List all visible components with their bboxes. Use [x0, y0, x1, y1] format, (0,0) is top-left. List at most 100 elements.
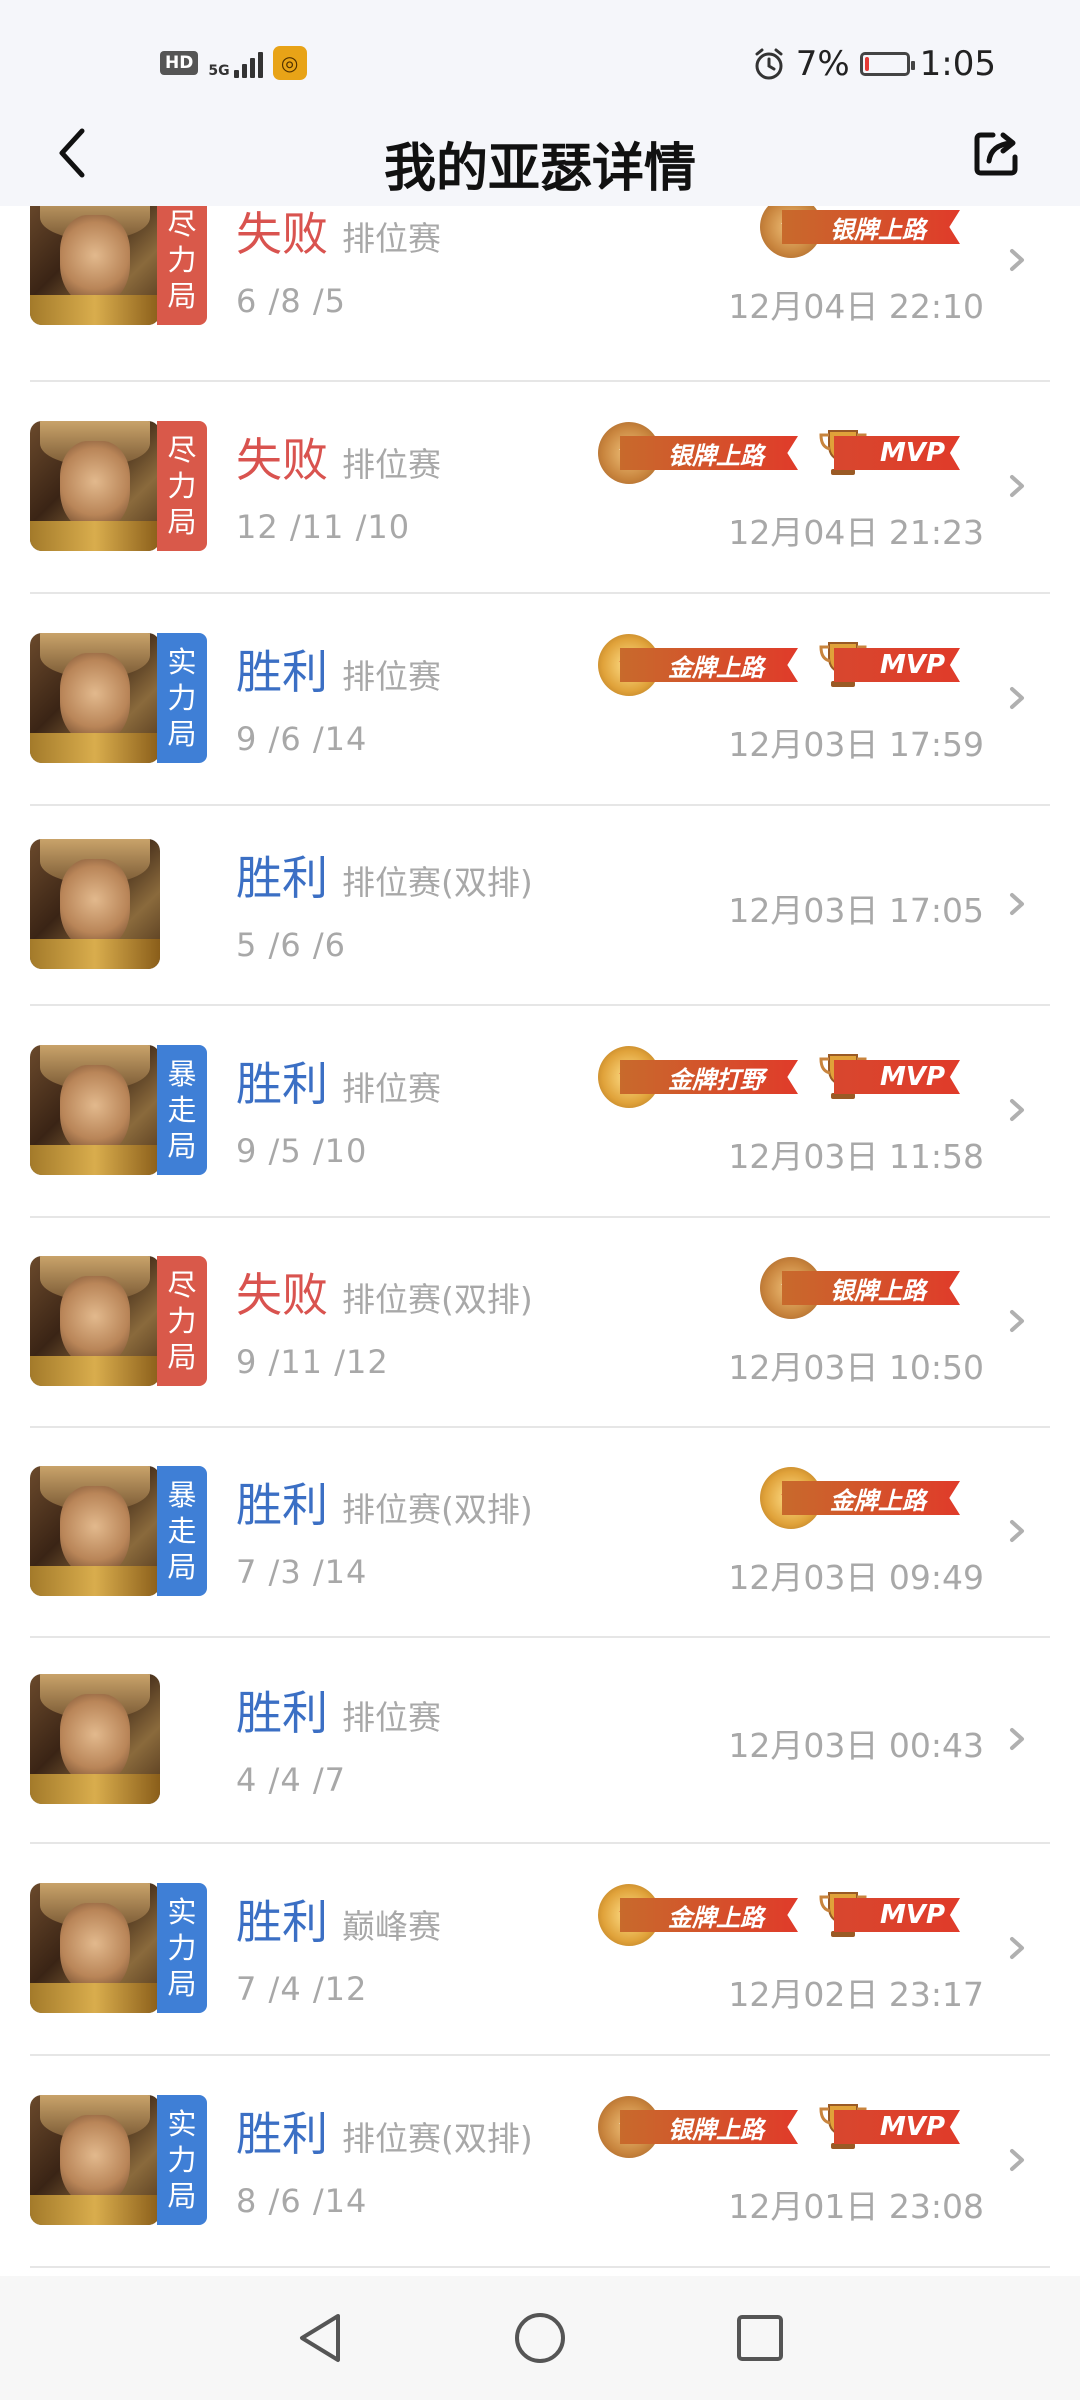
tag-char: 力	[167, 243, 197, 277]
match-row[interactable]: 胜利 排位赛 4 /4 /7 12月03日 00:43	[0, 1638, 1080, 1844]
badge-group: ★银牌上路	[760, 206, 960, 258]
status-left: HD 5G ◎	[160, 46, 307, 80]
nav-back-button[interactable]	[285, 2303, 355, 2373]
match-kda: 12 /11 /10	[236, 508, 411, 546]
tag-char: 走	[167, 1514, 197, 1548]
match-row[interactable]: 暴走局胜利排位赛9 /5 /10★金牌打野★MVP12月03日 11:58	[0, 1006, 1080, 1218]
match-mode: 排位赛(双排)	[342, 1490, 533, 1529]
performance-tag: 实力局	[157, 1883, 207, 2013]
app-notification-icon: ◎	[272, 46, 307, 80]
match-result: 胜利	[236, 1686, 328, 1740]
match-kda: 6 /8 /5	[236, 282, 346, 320]
share-button[interactable]	[962, 118, 1032, 188]
performance-tag: 暴走局	[157, 1466, 207, 1596]
nav-recents-icon	[737, 2315, 783, 2361]
mvp-label: MVP	[880, 438, 946, 468]
medal-label: 金牌上路	[668, 653, 764, 682]
match-mode: 巅峰赛	[342, 1907, 441, 1946]
match-time: 12月04日 21:23	[728, 513, 984, 552]
tag-char: 实	[167, 645, 197, 679]
match-row[interactable]: 实力局胜利排位赛(双排)8 /6 /14★银牌上路★MVP12月01日 23:0…	[0, 2056, 1080, 2268]
match-mode: 排位赛(双排)	[342, 863, 533, 902]
chevron-right-icon	[1010, 1520, 1024, 1542]
medal-badge: ★银牌上路	[598, 422, 798, 484]
mvp-badge: ★MVP	[812, 634, 960, 694]
signal-icon: 5G	[208, 48, 263, 79]
medal-badge: ★银牌上路	[598, 2096, 798, 2158]
page-header: 我的亚瑟详情	[0, 100, 1080, 206]
network-label: 5G	[208, 63, 230, 79]
hero-avatar	[30, 206, 160, 325]
nav-recents-button[interactable]	[725, 2303, 795, 2373]
match-row[interactable]: 实力局胜利排位赛9 /6 /14★金牌上路★MVP12月03日 17:59	[0, 594, 1080, 806]
match-row[interactable]: 实力局胜利巅峰赛7 /4 /12★金牌上路★MVP12月02日 23:17	[0, 1844, 1080, 2056]
match-time: 12月03日 00:43	[728, 1726, 984, 1765]
match-mode: 排位赛(双排)	[342, 2119, 533, 2158]
tag-char: 暴	[167, 1057, 197, 1091]
chevron-right-icon	[1010, 1310, 1024, 1332]
match-row[interactable]: 尽力局失败排位赛 6 /8 /5 ★银牌上路 12月04日 22:10	[0, 206, 1080, 382]
mvp-label: MVP	[880, 2112, 946, 2142]
match-kda: 5 /6 /6	[236, 926, 346, 964]
tag-char: 尽	[167, 1268, 197, 1302]
match-kda: 9 /6 /14	[236, 720, 368, 758]
match-row[interactable]: 尽力局失败排位赛 12 /11 /10 ★银牌上路★MVP 12月04日 21:23	[0, 382, 1080, 594]
tag-char: 局	[167, 1967, 197, 2001]
medal-label: 银牌上路	[668, 2115, 764, 2144]
performance-tag: 实力局	[157, 2095, 207, 2225]
tag-char: 走	[167, 1093, 197, 1127]
match-row[interactable]: 暴走局胜利排位赛(双排)7 /3 /14★金牌上路12月03日 09:49	[0, 1428, 1080, 1638]
match-mode: 排位赛	[342, 445, 441, 484]
page-title: 我的亚瑟详情	[383, 139, 696, 199]
mvp-label: MVP	[880, 650, 946, 680]
badge-group: ★银牌上路★MVP	[598, 422, 960, 484]
badge-group: ★金牌上路	[760, 1467, 960, 1529]
performance-tag: 尽力局	[157, 1256, 207, 1386]
match-result: 胜利	[236, 2107, 328, 2161]
performance-tag: 尽力局	[157, 421, 207, 551]
match-mode: 排位赛	[342, 219, 441, 258]
match-row[interactable]: 尽力局失败排位赛(双排)9 /11 /12★银牌上路12月03日 10:50	[0, 1218, 1080, 1428]
tag-char: 力	[167, 681, 197, 715]
hero-avatar	[30, 1883, 160, 2013]
match-time: 12月04日 22:10	[728, 287, 984, 326]
match-time: 12月01日 23:08	[728, 2187, 984, 2226]
match-result: 胜利	[236, 851, 328, 905]
performance-tag: 实力局	[157, 633, 207, 763]
medal-badge: ★金牌上路	[598, 1884, 798, 1946]
medal-badge: ★金牌上路	[598, 634, 798, 696]
battery-icon	[859, 52, 915, 76]
chevron-right-icon	[1010, 1099, 1024, 1121]
match-kda: 9 /11 /12	[236, 1343, 389, 1381]
hero-avatar	[30, 633, 160, 763]
mvp-badge: ★MVP	[812, 422, 960, 482]
alarm-icon	[755, 48, 783, 80]
performance-tag: 尽力局	[157, 206, 207, 325]
match-result: 失败	[236, 1268, 328, 1322]
match-mode: 排位赛(双排)	[342, 1280, 533, 1319]
nav-home-button[interactable]	[505, 2303, 575, 2373]
match-kda: 8 /6 /14	[236, 2182, 368, 2220]
tag-char: 实	[167, 2107, 197, 2141]
hero-avatar	[30, 421, 160, 551]
tag-char: 局	[167, 1129, 197, 1163]
tag-char: 暴	[167, 1478, 197, 1512]
match-result: 失败	[236, 433, 328, 487]
clock: 1:05	[919, 44, 996, 84]
hero-avatar	[30, 2095, 160, 2225]
chevron-right-icon	[1010, 687, 1024, 709]
chevron-right-icon	[1010, 1937, 1024, 1959]
tag-char: 尽	[167, 207, 197, 241]
match-row[interactable]: 胜利 排位赛(双排) 5 /6 /6 12月03日 17:05	[0, 806, 1080, 1006]
chevron-right-icon	[1010, 2149, 1024, 2171]
mvp-badge: ★MVP	[812, 1046, 960, 1106]
match-kda: 4 /4 /7	[236, 1761, 346, 1799]
tag-char: 局	[167, 1550, 197, 1584]
performance-tag: 暴走局	[157, 1045, 207, 1175]
nav-home-icon	[515, 2313, 565, 2363]
match-result: 失败	[236, 207, 328, 261]
tag-char: 局	[167, 717, 197, 751]
match-list[interactable]: 尽力局失败排位赛6 /8 /5★银牌上路12月04日 22:10尽力局失败排位赛…	[0, 206, 1080, 2270]
medal-label: 金牌上路	[668, 1903, 764, 1932]
match-kda: 7 /4 /12	[236, 1970, 368, 2008]
